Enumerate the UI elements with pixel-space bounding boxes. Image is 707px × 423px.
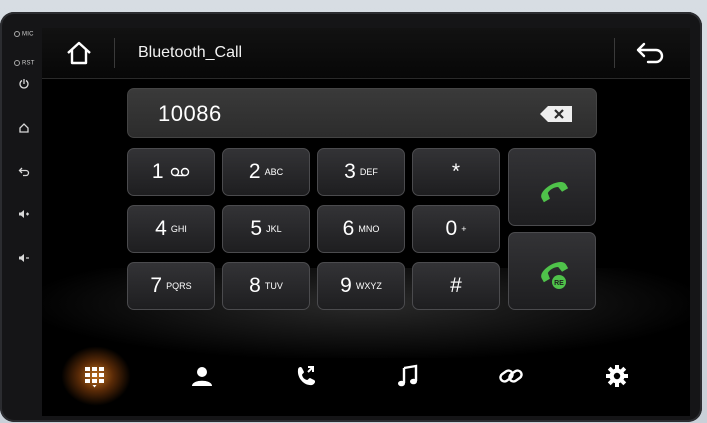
dialed-number: 10086 <box>158 101 222 126</box>
home-button[interactable] <box>63 39 95 67</box>
redial-button[interactable]: RE <box>508 232 596 310</box>
key-4[interactable]: 4 GHI <box>127 205 215 253</box>
nav-settings[interactable] <box>597 356 637 396</box>
key-3[interactable]: 3 DEF <box>317 148 405 196</box>
head-unit-frame: MIC RST Bluetooth_Call 10086 1 2 ABC 3 D… <box>0 12 702 422</box>
key-6[interactable]: 6 MNO <box>317 205 405 253</box>
backspace-icon <box>540 106 572 122</box>
home-side-icon[interactable] <box>17 122 31 136</box>
dialpad-icon <box>85 367 104 388</box>
music-icon <box>398 364 418 387</box>
call-icon <box>541 182 569 203</box>
nav-call-log[interactable] <box>286 356 326 396</box>
key-1[interactable]: 1 <box>127 148 215 196</box>
call-log-icon <box>297 366 316 386</box>
key-9[interactable]: 9 WXYZ <box>317 262 405 310</box>
rst-label[interactable]: RST <box>14 60 35 67</box>
key-hash[interactable]: # <box>412 262 500 310</box>
volume-down-icon[interactable] <box>17 252 31 266</box>
volume-up-icon[interactable] <box>17 208 31 222</box>
page-title: Bluetooth_Call <box>138 44 243 61</box>
top-bar: Bluetooth_Call <box>42 28 690 79</box>
key-5[interactable]: 5 JKL <box>222 205 310 253</box>
key-8[interactable]: 8 TUV <box>222 262 310 310</box>
mic-label: MIC <box>14 31 34 38</box>
nav-contacts[interactable] <box>182 356 222 396</box>
key-7[interactable]: 7 PQRS <box>127 262 215 310</box>
key-star[interactable]: * <box>412 148 500 196</box>
call-button[interactable] <box>508 148 596 226</box>
side-button-panel: MIC RST <box>0 12 42 422</box>
app-screen: Bluetooth_Call 10086 1 2 ABC 3 DEF * 4 GHI … <box>42 28 690 416</box>
nav-link[interactable] <box>491 356 531 396</box>
voicemail-icon <box>170 167 190 177</box>
home-icon <box>67 41 91 65</box>
back-button[interactable] <box>634 40 668 66</box>
power-icon[interactable] <box>17 78 31 92</box>
nav-music[interactable] <box>388 356 428 396</box>
nav-dialpad[interactable] <box>76 356 116 396</box>
back-side-icon[interactable] <box>17 166 31 180</box>
back-arrow-icon <box>636 42 664 64</box>
number-display: 10086 <box>127 88 597 138</box>
key-0[interactable]: 0 + <box>412 205 500 253</box>
settings-icon <box>606 365 628 387</box>
backspace-button[interactable] <box>538 105 574 123</box>
bottom-nav-bar <box>42 346 690 416</box>
contacts-icon <box>192 367 212 386</box>
link-icon <box>499 369 523 383</box>
divider <box>614 38 615 68</box>
divider <box>114 38 115 68</box>
redial-icon: RE <box>541 262 569 289</box>
key-2[interactable]: 2 ABC <box>222 148 310 196</box>
svg-text:RE: RE <box>554 280 564 287</box>
